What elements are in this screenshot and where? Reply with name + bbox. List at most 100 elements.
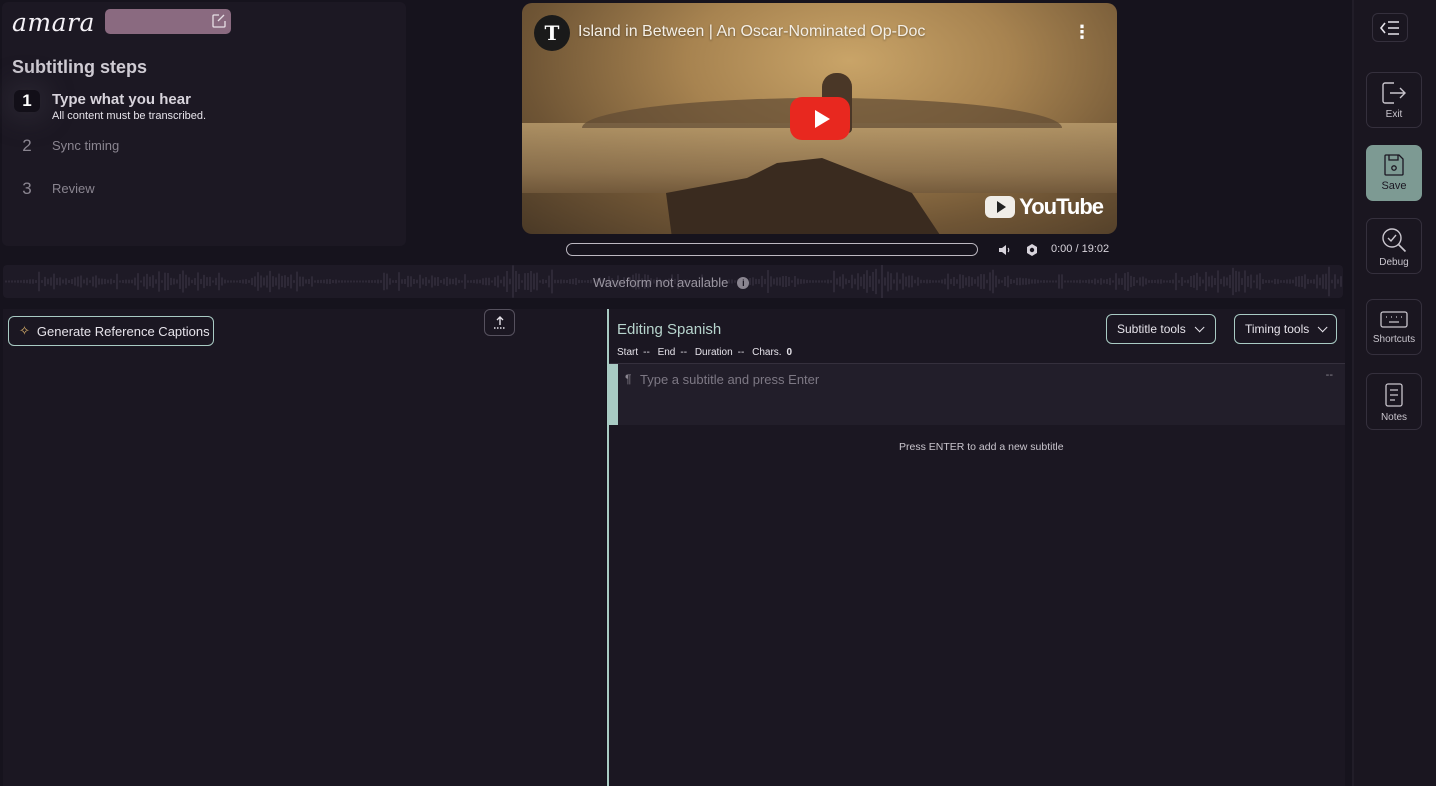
- channel-avatar[interactable]: T: [534, 15, 570, 51]
- subtitle-row[interactable]: ¶ --: [609, 363, 1345, 425]
- waveform-bar: [1160, 279, 1162, 284]
- collapse-sidebar-button[interactable]: [1372, 13, 1408, 42]
- waveform-bar: [554, 279, 556, 284]
- waveform-bar: [80, 275, 82, 288]
- waveform-bar: [1250, 274, 1252, 289]
- waveform-bar: [1163, 280, 1165, 283]
- waveform-bar: [1112, 280, 1114, 283]
- shortcuts-button[interactable]: Shortcuts: [1366, 299, 1422, 355]
- steps-panel: [2, 2, 406, 246]
- waveform-bar: [908, 275, 910, 288]
- waveform-bar: [977, 276, 979, 287]
- waveform-bar: [239, 280, 241, 283]
- waveform-bar: [995, 275, 997, 288]
- waveform-bar: [56, 278, 58, 285]
- waveform-bar: [158, 271, 160, 292]
- amara-logo[interactable]: amara: [12, 8, 95, 37]
- waveform-bar: [113, 280, 115, 283]
- waveform-bar: [1283, 280, 1285, 283]
- waveform-bar: [1253, 280, 1255, 283]
- waveform-bar: [872, 271, 874, 292]
- paragraph-icon[interactable]: ¶: [625, 372, 631, 386]
- generate-reference-captions-button[interactable]: ✧ Generate Reference Captions: [8, 316, 214, 346]
- waveform-bar: [350, 280, 352, 283]
- play-button[interactable]: [790, 97, 850, 140]
- waveform-bar: [146, 273, 148, 290]
- waveform-bar: [893, 279, 895, 284]
- info-icon[interactable]: i: [737, 276, 750, 289]
- waveform-bar: [791, 280, 793, 283]
- waveform-bar: [782, 276, 784, 287]
- step-type-what-you-hear[interactable]: 1 Type what you hear All content must be…: [14, 90, 206, 122]
- waveform-bar: [1328, 266, 1330, 297]
- waveform-bar: [845, 278, 847, 285]
- video-player[interactable]: T Island in Between | An Oscar-Nominated…: [522, 3, 1117, 234]
- waveform-bar: [440, 280, 442, 283]
- subtitle-tools-dropdown[interactable]: Subtitle tools: [1106, 314, 1216, 344]
- more-options-icon[interactable]: ⋮: [1073, 23, 1091, 41]
- waveform-bar: [1115, 273, 1117, 290]
- waveform-bar: [1019, 277, 1021, 286]
- reference-panel: [3, 309, 606, 786]
- settings-icon[interactable]: [1025, 243, 1039, 257]
- subtitle-input[interactable]: [640, 369, 1300, 389]
- waveform-bar: [1028, 278, 1030, 285]
- waveform-bar: [1061, 274, 1063, 289]
- waveform-bar: [278, 273, 280, 290]
- exit-button[interactable]: Exit: [1366, 72, 1422, 128]
- waveform-bar: [767, 270, 769, 293]
- waveform-bar: [362, 280, 364, 283]
- waveform-bar: [185, 274, 187, 289]
- waveform-bar: [938, 280, 940, 283]
- waveform-bar: [23, 279, 25, 284]
- youtube-logo[interactable]: YouTube: [985, 194, 1104, 220]
- keyboard-icon: [1380, 311, 1408, 328]
- waveform-bar: [125, 279, 127, 284]
- upload-button[interactable]: [484, 309, 515, 336]
- waveform-bar: [773, 278, 775, 285]
- waveform-bar: [818, 280, 820, 283]
- step-review[interactable]: 3 Review: [14, 178, 94, 200]
- waveform-bar: [1007, 275, 1009, 288]
- waveform-bar: [461, 280, 463, 283]
- volume-icon[interactable]: [998, 243, 1012, 257]
- waveform-bar: [980, 274, 982, 289]
- notes-label: Notes: [1380, 412, 1408, 423]
- save-button[interactable]: Save: [1366, 145, 1422, 201]
- waveform-bar: [476, 279, 478, 284]
- waveform-bar: [164, 272, 166, 291]
- waveform-bar: [509, 278, 511, 285]
- notes-icon: [1385, 383, 1403, 407]
- waveform-bar: [578, 279, 580, 284]
- waveform-bar: [314, 280, 316, 283]
- waveform-bar: [971, 277, 973, 286]
- waveform-bar: [1037, 279, 1039, 284]
- waveform-bar: [1208, 276, 1210, 287]
- waveform-bar: [8, 280, 10, 283]
- debug-button[interactable]: Debug: [1366, 218, 1422, 274]
- time-display: 0:00 / 19:02: [1051, 243, 1110, 255]
- save-icon: [1384, 154, 1404, 176]
- step-sync-timing[interactable]: 2 Sync timing: [14, 135, 119, 157]
- waveform-bar: [1091, 279, 1093, 284]
- notes-button[interactable]: Notes: [1366, 373, 1422, 430]
- waveform-bar: [71, 278, 73, 285]
- waveform-bar: [539, 280, 541, 283]
- video-title[interactable]: Island in Between | An Oscar-Nominated O…: [578, 23, 925, 41]
- subtitle-tools-label: Subtitle tools: [1117, 322, 1186, 336]
- waveform-bar: [935, 280, 937, 283]
- waveform-bar: [371, 280, 373, 283]
- video-title-field[interactable]: [105, 9, 231, 34]
- waveform-bar: [581, 280, 583, 283]
- add-subtitle-hint: Press ENTER to add a new subtitle: [899, 441, 1064, 453]
- seek-bar[interactable]: [566, 243, 978, 256]
- waveform-bar: [947, 273, 949, 290]
- waveform-bar: [974, 279, 976, 284]
- edit-icon[interactable]: [211, 13, 227, 29]
- waveform-bar: [557, 279, 559, 284]
- waveform-bar: [794, 276, 796, 287]
- chars-label: Chars.: [752, 347, 782, 358]
- timing-tools-label: Timing tools: [1245, 322, 1310, 336]
- timing-tools-dropdown[interactable]: Timing tools: [1234, 314, 1337, 344]
- waveform-bar: [1136, 280, 1138, 283]
